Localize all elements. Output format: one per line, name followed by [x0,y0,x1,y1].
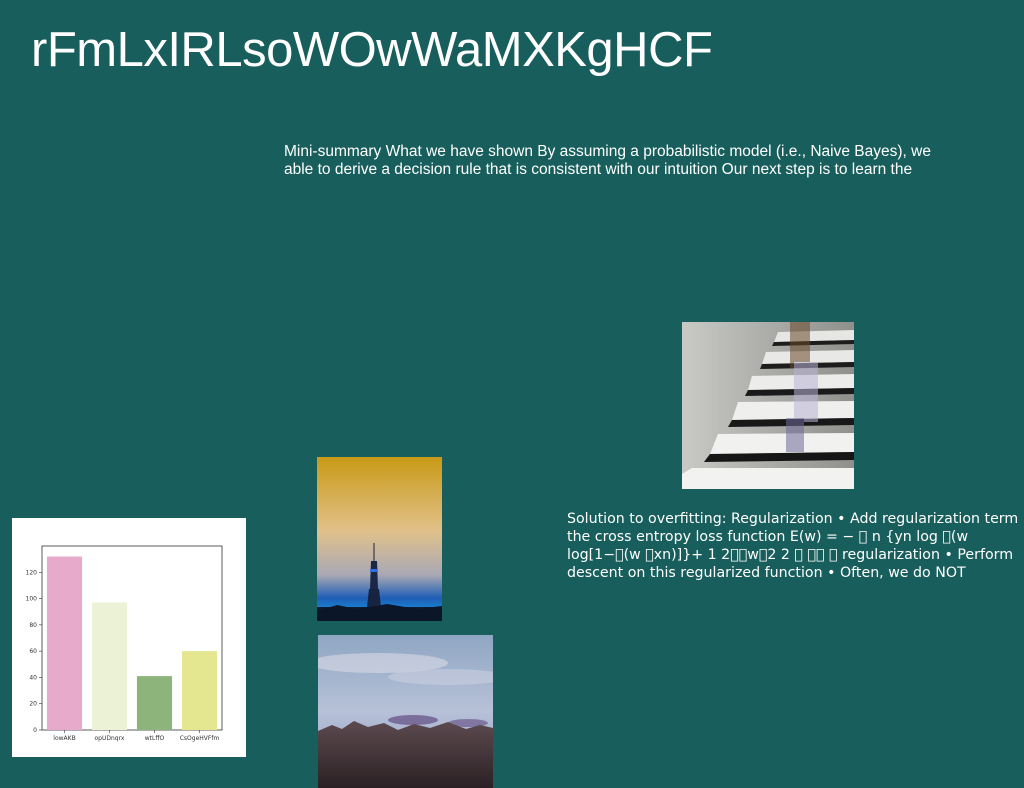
solution-text: Solution to overfitting: Regularization … [567,511,1019,581]
bar-wtLffO [136,676,173,730]
bar-chart-plot: 0 20 40 60 80 100 120 lowAKB opUDnqrx wtLffO CsOg… [26,545,223,742]
y-tick-label: 60 [29,648,37,655]
landscape-photo [318,635,493,788]
bar-lowAKB [46,556,83,730]
x-tick-label: CsOgeHVFfm [180,735,220,742]
x-tick-label: lowAKB [53,735,75,742]
bar-CsOgeHVFfm [181,651,218,730]
x-tick-label: opUDnqrx [95,735,125,742]
bar-opUDnqrx [91,602,128,730]
y-tick-label: 20 [29,701,37,708]
summary-text: Mini-summary What we have shown By assum… [284,143,931,178]
y-tick-label: 100 [26,596,38,603]
stairs-photo [682,322,854,489]
y-tick-label: 40 [29,674,37,681]
y-tick-label: 80 [29,622,37,629]
x-tick-label: wtLffO [145,735,165,742]
tower-photo [317,457,442,621]
bar-chart: 0 20 40 60 80 100 120 lowAKB opUDnqrx wtLffO CsOg… [12,518,246,757]
slide-title: rFmLxIRLsoWOwWaMXKgHCF [31,23,713,77]
y-tick-label: 0 [33,727,37,734]
y-tick-label: 120 [26,569,38,576]
